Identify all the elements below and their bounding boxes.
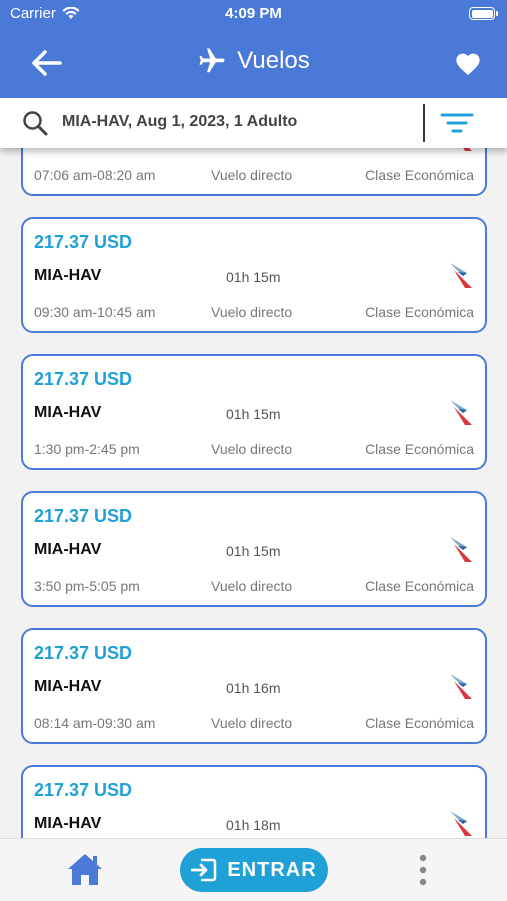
header-title-group: Vuelos: [0, 46, 507, 76]
battery-icon: [469, 7, 498, 20]
flight-times: 07:06 am-08:20 am: [34, 167, 156, 183]
airline-logo-icon: [450, 811, 472, 836]
flight-class: Clase Económica: [365, 167, 474, 183]
flight-list[interactable]: 07:06 am-08:20 am Vuelo directo Clase Ec…: [0, 148, 507, 838]
search-bar[interactable]: MIA-HAV, Aug 1, 2023, 1 Adulto: [0, 98, 507, 148]
favorites-button[interactable]: [451, 46, 485, 80]
search-summary[interactable]: MIA-HAV, Aug 1, 2023, 1 Adulto: [62, 113, 297, 131]
flight-times: 3:50 pm-5:05 pm: [34, 578, 140, 594]
flight-duration: 01h 18m: [226, 817, 281, 833]
flight-type: Vuelo directo: [211, 167, 293, 183]
flight-card[interactable]: 217.37 USD MIA-HAV 01h 18m: [21, 765, 487, 838]
flight-class: Clase Económica: [365, 441, 474, 457]
airline-logo-icon: [450, 400, 472, 425]
flight-card[interactable]: 217.37 USD MIA-HAV 01h 15m 1:30 pm-2:45 …: [21, 354, 487, 470]
flight-duration: 01h 16m: [226, 680, 281, 696]
flight-duration: 01h 15m: [226, 543, 281, 559]
flight-route: MIA-HAV: [34, 267, 102, 284]
airplane-icon: [199, 48, 225, 73]
flight-price: 217.37 USD: [34, 369, 133, 389]
flight-route: MIA-HAV: [34, 815, 102, 832]
flight-card[interactable]: 217.37 USD MIA-HAV 01h 15m 3:50 pm-5:05 …: [21, 491, 487, 607]
flight-duration: 01h 15m: [226, 269, 281, 285]
flight-price: 217.37 USD: [34, 780, 133, 800]
bottom-bar: ENTRAR: [0, 838, 507, 901]
flight-class: Clase Económica: [365, 304, 474, 320]
flight-class: Clase Económica: [365, 578, 474, 594]
search-icon: [23, 111, 48, 136]
more-vertical-icon[interactable]: [413, 853, 433, 887]
search-divider: [423, 104, 425, 142]
flight-type: Vuelo directo: [211, 304, 293, 320]
flight-price: 217.37 USD: [34, 232, 133, 252]
sign-in-icon: [191, 858, 217, 882]
airline-logo-icon: [450, 263, 472, 288]
app-header: Vuelos: [0, 28, 507, 98]
status-time: 4:09 PM: [225, 5, 282, 22]
flight-card[interactable]: 07:06 am-08:20 am Vuelo directo Clase Ec…: [21, 148, 487, 196]
flight-type: Vuelo directo: [211, 715, 293, 731]
flight-price: 217.37 USD: [34, 643, 133, 663]
heart-icon: [456, 53, 480, 76]
status-bar: Carrier 4:09 PM: [0, 0, 507, 28]
flight-type: Vuelo directo: [211, 578, 293, 594]
flight-class: Clase Económica: [365, 715, 474, 731]
filter-icon[interactable]: [440, 110, 474, 136]
flight-times: 08:14 am-09:30 am: [34, 715, 156, 731]
login-button[interactable]: ENTRAR: [180, 848, 328, 892]
airline-logo-icon: [450, 537, 472, 562]
flight-times: 09:30 am-10:45 am: [34, 304, 156, 320]
flight-type: Vuelo directo: [211, 441, 293, 457]
flight-route: MIA-HAV: [34, 678, 102, 695]
login-button-label: ENTRAR: [227, 858, 317, 881]
page-title: Vuelos: [237, 47, 310, 74]
flight-card[interactable]: 217.37 USD MIA-HAV 01h 15m 09:30 am-10:4…: [21, 217, 487, 333]
airline-logo-icon: [463, 148, 472, 151]
flight-price: 217.37 USD: [34, 506, 133, 526]
flight-duration: 01h 15m: [226, 406, 281, 422]
flight-route: MIA-HAV: [34, 404, 102, 421]
airline-logo-icon: [450, 674, 472, 699]
flight-times: 1:30 pm-2:45 pm: [34, 441, 140, 457]
home-icon[interactable]: [66, 851, 104, 887]
flight-route: MIA-HAV: [34, 541, 102, 558]
flight-card[interactable]: 217.37 USD MIA-HAV 01h 16m 08:14 am-09:3…: [21, 628, 487, 744]
